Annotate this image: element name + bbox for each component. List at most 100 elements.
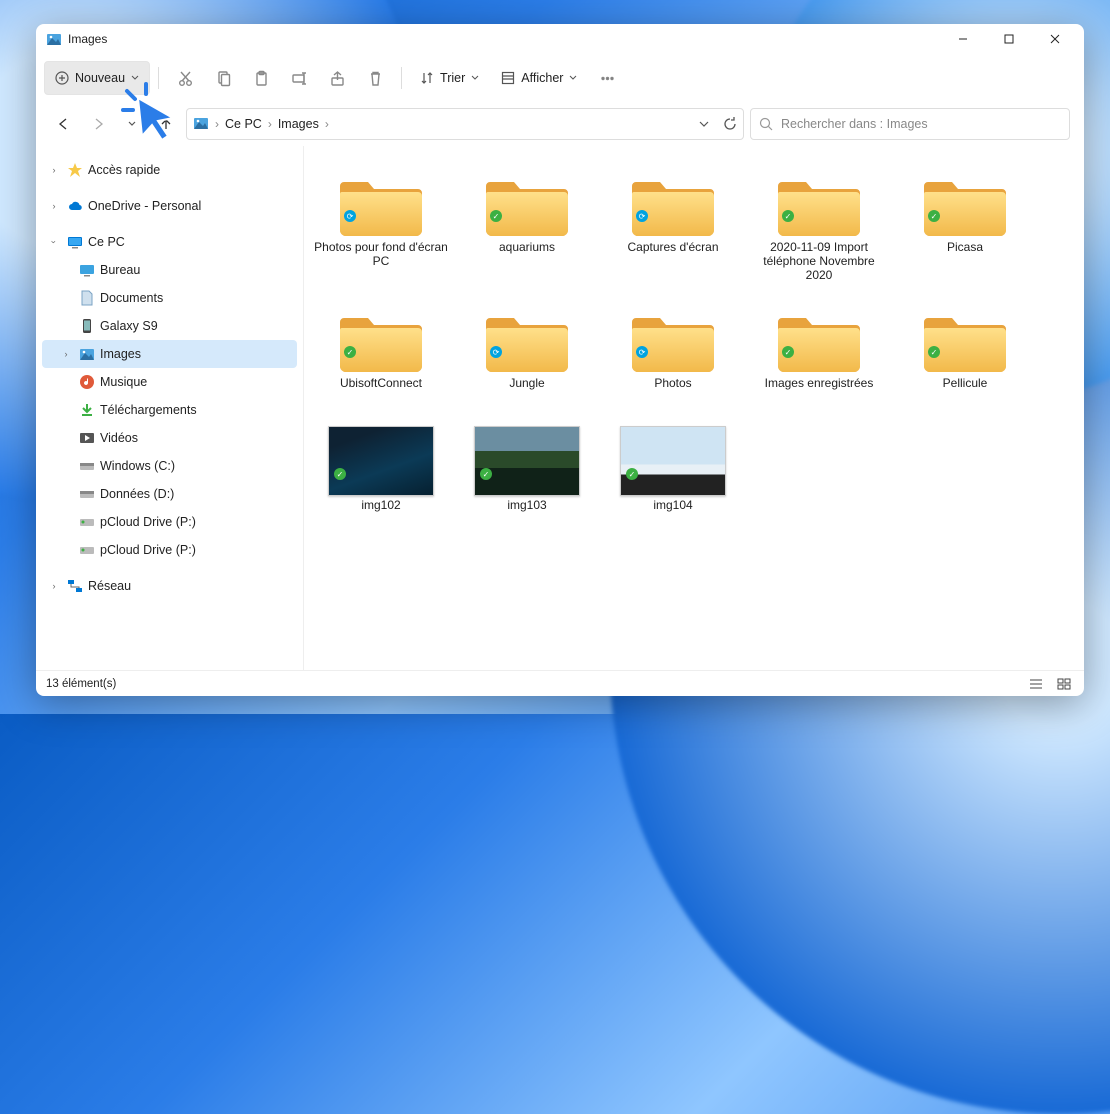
delete-button[interactable] [357,61,393,95]
maximize-button[interactable] [986,24,1032,54]
sidebar-item-label: pCloud Drive (P:) [100,543,196,557]
grid-item[interactable]: ✓ aquariums [454,166,600,282]
back-button[interactable] [50,110,78,138]
grid-item[interactable]: ✓ UbisoftConnect [308,302,454,406]
cut-button[interactable] [167,61,203,95]
item-icon [78,485,96,503]
sidebar-item-label: Vidéos [100,431,138,445]
item-icon [78,261,96,279]
sidebar-item[interactable]: pCloud Drive (P:) [42,508,297,536]
sidebar-item[interactable]: Vidéos [42,424,297,452]
grid-item[interactable]: ⟳ Photos pour fond d'écran PC [308,166,454,282]
sidebar-item[interactable]: Téléchargements [42,396,297,424]
expand-icon[interactable]: › [46,581,62,591]
new-button[interactable]: Nouveau [44,61,150,95]
paste-button[interactable] [243,61,279,95]
more-button[interactable] [589,61,625,95]
address-bar[interactable]: › Ce PC › Images › [186,108,744,140]
expand-icon[interactable]: › [58,349,74,359]
copy-button[interactable] [205,61,241,95]
grid-item[interactable]: ✓ img104 [600,426,746,528]
folder-icon [922,166,1008,238]
view-button[interactable]: Afficher [491,61,587,95]
item-count: 13 élément(s) [46,678,116,690]
sidebar-item-label: Ce PC [88,235,125,249]
sidebar-item[interactable]: Windows (C:) [42,452,297,480]
sidebar-item[interactable]: Galaxy S9 [42,312,297,340]
grid-item[interactable]: ✓ Picasa [892,166,1038,282]
network-icon [66,577,84,595]
folder-icon [484,302,570,374]
sidebar-item[interactable]: Bureau [42,256,297,284]
view-icon [501,71,515,85]
refresh-icon[interactable] [723,117,737,131]
minimize-button[interactable] [940,24,986,54]
sidebar-item[interactable]: Données (D:) [42,480,297,508]
item-icon [78,457,96,475]
search-input[interactable]: Rechercher dans : Images [750,108,1070,140]
toolbar: Nouveau Trier Afficher [36,54,1084,102]
item-label: Captures d'écran [603,240,743,270]
chevron-down-icon[interactable] [699,119,709,129]
rename-button[interactable] [281,61,317,95]
sort-label: Trier [440,71,465,85]
share-button[interactable] [319,61,355,95]
crumb-separator-icon: › [325,117,329,131]
sidebar-this-pc[interactable]: › Ce PC [42,228,297,256]
sidebar-item-label: Musique [100,375,147,389]
item-label: Images enregistrées [749,376,889,406]
item-icon [78,541,96,559]
collapse-icon[interactable]: › [49,234,59,250]
folder-icon [630,166,716,238]
thumbnails-view-button[interactable] [1054,675,1074,693]
chevron-down-icon [471,74,479,82]
forward-button[interactable] [84,110,112,138]
expand-icon[interactable]: › [46,165,62,175]
sidebar-item[interactable]: › Images [42,340,297,368]
item-label: img104 [603,498,743,528]
sidebar-network[interactable]: › Réseau [42,572,297,600]
grid-item[interactable]: ✓ img103 [454,426,600,528]
search-placeholder: Rechercher dans : Images [781,117,928,131]
pictures-icon [193,115,211,134]
sidebar-item-label: Windows (C:) [100,459,175,473]
folder-icon [776,302,862,374]
chevron-down-icon [569,74,577,82]
check-icon: ✓ [480,468,492,480]
sidebar-item-label: Réseau [88,579,131,593]
sync-icon: ⟳ [344,210,356,222]
sidebar-item[interactable]: Documents [42,284,297,312]
sync-icon: ⟳ [636,210,648,222]
content-pane[interactable]: ⟳ Photos pour fond d'écran PC ✓ aquarium… [304,146,1084,670]
close-button[interactable] [1032,24,1078,54]
folder-icon [338,302,424,374]
grid-item[interactable]: ✓ img102 [308,426,454,528]
explorer-window: Images Nouveau Trier Afficher [36,24,1084,696]
grid-item[interactable]: ⟳ Photos [600,302,746,406]
item-icon [78,513,96,531]
grid-item[interactable]: ✓ Pellicule [892,302,1038,406]
view-label: Afficher [521,71,563,85]
image-thumbnail [620,426,726,496]
sidebar-onedrive[interactable]: › OneDrive - Personal [42,192,297,220]
grid-item[interactable]: ✓ Images enregistrées [746,302,892,406]
sort-button[interactable]: Trier [410,61,489,95]
breadcrumb-current[interactable]: Images [274,117,323,131]
image-thumbnail [328,426,434,496]
chevron-down-icon [131,74,139,82]
separator [158,67,159,89]
grid-item[interactable]: ⟳ Captures d'écran [600,166,746,282]
grid-item[interactable]: ✓ 2020-11-09 Import téléphone Novembre 2… [746,166,892,282]
item-label: Picasa [895,240,1035,270]
breadcrumb-root[interactable]: Ce PC [221,117,266,131]
up-button[interactable] [152,110,180,138]
sidebar-quick-access[interactable]: › Accès rapide [42,156,297,184]
expand-icon[interactable]: › [46,201,62,211]
details-view-button[interactable] [1026,675,1046,693]
sidebar-item-label: Galaxy S9 [100,319,158,333]
grid-item[interactable]: ⟳ Jungle [454,302,600,406]
item-label: Photos pour fond d'écran PC [311,240,451,270]
sidebar-item[interactable]: Musique [42,368,297,396]
sidebar-item[interactable]: pCloud Drive (P:) [42,536,297,564]
recent-button[interactable] [118,110,146,138]
